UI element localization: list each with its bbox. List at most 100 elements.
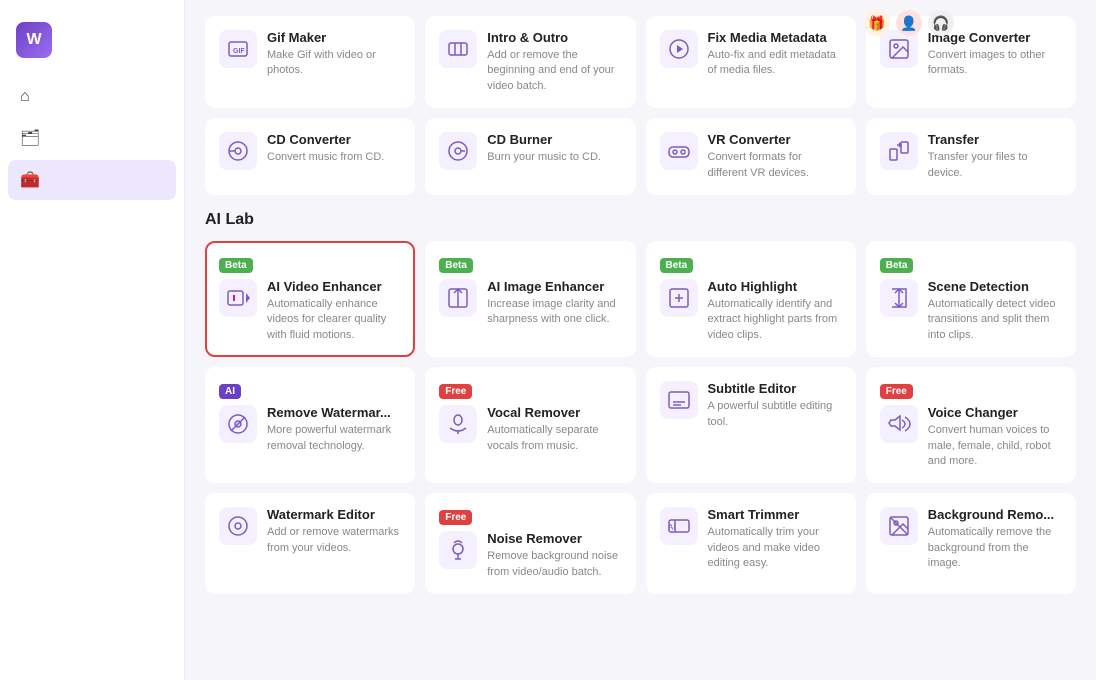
tool-card-ai-image-enhancer[interactable]: Beta AI Image Enhancer Increase image cl… (425, 241, 635, 357)
card-title-watermark-editor: Watermark Editor (267, 507, 401, 522)
tool-card-gif-maker[interactable]: GIF Gif Maker Make Gif with video or pho… (205, 16, 415, 108)
card-body-voice-changer: Voice Changer Convert human voices to ma… (880, 405, 1062, 469)
card-icon-fix-media-metadata (660, 30, 698, 68)
card-title-intro-outro: Intro & Outro (487, 30, 621, 45)
card-desc-cd-converter: Convert music from CD. (267, 150, 401, 165)
card-desc-cd-burner: Burn your music to CD. (487, 150, 621, 165)
support-button[interactable]: 🎧 (928, 10, 954, 36)
card-title-fix-media-metadata: Fix Media Metadata (708, 30, 842, 45)
tool-card-fix-media-metadata[interactable]: Fix Media Metadata Auto-fix and edit met… (646, 16, 856, 108)
card-badge-remove-watermark: AI (219, 384, 241, 399)
card-desc-transfer: Transfer your files to device. (928, 150, 1062, 181)
card-icon-cd-burner (439, 132, 477, 170)
card-desc-background-remo: Automatically remove the background from… (928, 525, 1062, 571)
card-desc-gif-maker: Make Gif with video or photos. (267, 48, 401, 79)
card-desc-remove-watermark: More powerful watermark removal technolo… (267, 423, 401, 454)
card-body-background-remo: Background Remo... Automatically remove … (880, 507, 1062, 571)
files-icon: 🗂 (20, 128, 40, 148)
card-body-transfer: Transfer Transfer your files to device. (880, 132, 1062, 181)
card-icon-watermark-editor (219, 507, 257, 545)
card-desc-vr-converter: Convert formats for different VR devices… (708, 150, 842, 181)
maximize-button[interactable] (1024, 10, 1050, 36)
card-body-ai-video-enhancer: AI Video Enhancer Automatically enhance … (219, 279, 401, 343)
card-title-gif-maker: Gif Maker (267, 30, 401, 45)
card-body-scene-detection: Scene Detection Automatically detect vid… (880, 279, 1062, 343)
card-title-cd-converter: CD Converter (267, 132, 401, 147)
menu-button[interactable] (960, 10, 986, 36)
close-button[interactable] (1056, 10, 1082, 36)
card-badge-scene-detection: Beta (880, 258, 914, 273)
tool-card-noise-remover[interactable]: Free Noise Remover Remove background noi… (425, 493, 635, 594)
card-icon-background-remo (880, 507, 918, 545)
card-body-cd-converter: CD Converter Convert music from CD. (219, 132, 401, 170)
tools-icon: 🧰 (20, 170, 40, 190)
card-body-vr-converter: VR Converter Convert formats for differe… (660, 132, 842, 181)
tool-card-vocal-remover[interactable]: Free Vocal Remover Automatically separat… (425, 367, 635, 483)
card-icon-subtitle-editor (660, 381, 698, 419)
card-badge-vocal-remover: Free (439, 384, 472, 399)
card-desc-watermark-editor: Add or remove watermarks from your video… (267, 525, 401, 556)
card-body-smart-trimmer: AI Smart Trimmer Automatically trim your… (660, 507, 842, 571)
tool-card-remove-watermark[interactable]: AI Remove Watermar... More powerful wate… (205, 367, 415, 483)
card-title-scene-detection: Scene Detection (928, 279, 1062, 294)
tool-card-subtitle-editor[interactable]: Subtitle Editor A powerful subtitle edit… (646, 367, 856, 483)
gift-button[interactable]: 🎁 (864, 10, 890, 36)
card-badge-ai-image-enhancer: Beta (439, 258, 473, 273)
card-desc-voice-changer: Convert human voices to male, female, ch… (928, 423, 1062, 469)
tool-card-smart-trimmer[interactable]: AI Smart Trimmer Automatically trim your… (646, 493, 856, 594)
card-desc-ai-image-enhancer: Increase image clarity and sharpness wit… (487, 297, 621, 328)
tool-card-watermark-editor[interactable]: Watermark Editor Add or remove watermark… (205, 493, 415, 594)
tool-card-intro-outro[interactable]: Intro & Outro Add or remove the beginnin… (425, 16, 635, 108)
tool-card-background-remo[interactable]: Background Remo... Automatically remove … (866, 493, 1076, 594)
logo-icon: W (16, 22, 52, 58)
minimize-button[interactable] (992, 10, 1018, 36)
card-body-auto-highlight: Auto Highlight Automatically identify an… (660, 279, 842, 343)
card-desc-smart-trimmer: Automatically trim your videos and make … (708, 525, 842, 571)
card-icon-cd-converter (219, 132, 257, 170)
card-badge-ai-video-enhancer: Beta (219, 258, 253, 273)
card-desc-fix-media-metadata: Auto-fix and edit metadata of media file… (708, 48, 842, 79)
card-desc-noise-remover: Remove background noise from video/audio… (487, 549, 621, 580)
card-title-noise-remover: Noise Remover (487, 531, 621, 546)
card-icon-vr-converter (660, 132, 698, 170)
card-icon-voice-changer (880, 405, 918, 443)
card-badge-voice-changer: Free (880, 384, 913, 399)
card-icon-intro-outro (439, 30, 477, 68)
card-body-remove-watermark: Remove Watermar... More powerful waterma… (219, 405, 401, 454)
sidebar-nav: ⌂ 🗂 🧰 (0, 78, 184, 200)
card-title-subtitle-editor: Subtitle Editor (708, 381, 842, 396)
card-icon-auto-highlight (660, 279, 698, 317)
sidebar-item-home[interactable]: ⌂ (8, 78, 176, 116)
svg-text:AI: AI (668, 523, 676, 532)
user-button[interactable]: 👤 (896, 10, 922, 36)
card-body-vocal-remover: Vocal Remover Automatically separate voc… (439, 405, 621, 454)
tool-card-cd-burner[interactable]: CD Burner Burn your music to CD. (425, 118, 635, 195)
sidebar-item-tools[interactable]: 🧰 (8, 160, 176, 200)
ai-lab-grid: Beta AI Video Enhancer Automatically enh… (205, 241, 1076, 594)
card-body-watermark-editor: Watermark Editor Add or remove watermark… (219, 507, 401, 556)
card-title-background-remo: Background Remo... (928, 507, 1062, 522)
card-body-gif-maker: GIF Gif Maker Make Gif with video or pho… (219, 30, 401, 79)
card-desc-auto-highlight: Automatically identify and extract highl… (708, 297, 842, 343)
card-desc-subtitle-editor: A powerful subtitle editing tool. (708, 399, 842, 430)
tool-card-cd-converter[interactable]: CD Converter Convert music from CD. (205, 118, 415, 195)
card-icon-gif-maker: GIF (219, 30, 257, 68)
card-title-vr-converter: VR Converter (708, 132, 842, 147)
tool-card-ai-video-enhancer[interactable]: Beta AI Video Enhancer Automatically enh… (205, 241, 415, 357)
card-body-noise-remover: Noise Remover Remove background noise fr… (439, 531, 621, 580)
tool-card-auto-highlight[interactable]: Beta Auto Highlight Automatically identi… (646, 241, 856, 357)
card-icon-remove-watermark (219, 405, 257, 443)
card-body-intro-outro: Intro & Outro Add or remove the beginnin… (439, 30, 621, 94)
tool-card-transfer[interactable]: Transfer Transfer your files to device. (866, 118, 1076, 195)
tool-card-vr-converter[interactable]: VR Converter Convert formats for differe… (646, 118, 856, 195)
card-icon-transfer (880, 132, 918, 170)
card-desc-scene-detection: Automatically detect video transitions a… (928, 297, 1062, 343)
tool-card-scene-detection[interactable]: Beta Scene Detection Automatically detec… (866, 241, 1076, 357)
card-title-ai-video-enhancer: AI Video Enhancer (267, 279, 401, 294)
tool-card-voice-changer[interactable]: Free Voice Changer Convert human voices … (866, 367, 1076, 483)
sidebar-item-my-files[interactable]: 🗂 (8, 118, 176, 158)
card-desc-vocal-remover: Automatically separate vocals from music… (487, 423, 621, 454)
card-badge-noise-remover: Free (439, 510, 472, 525)
card-body-subtitle-editor: Subtitle Editor A powerful subtitle edit… (660, 381, 842, 430)
home-icon: ⌂ (20, 88, 30, 106)
